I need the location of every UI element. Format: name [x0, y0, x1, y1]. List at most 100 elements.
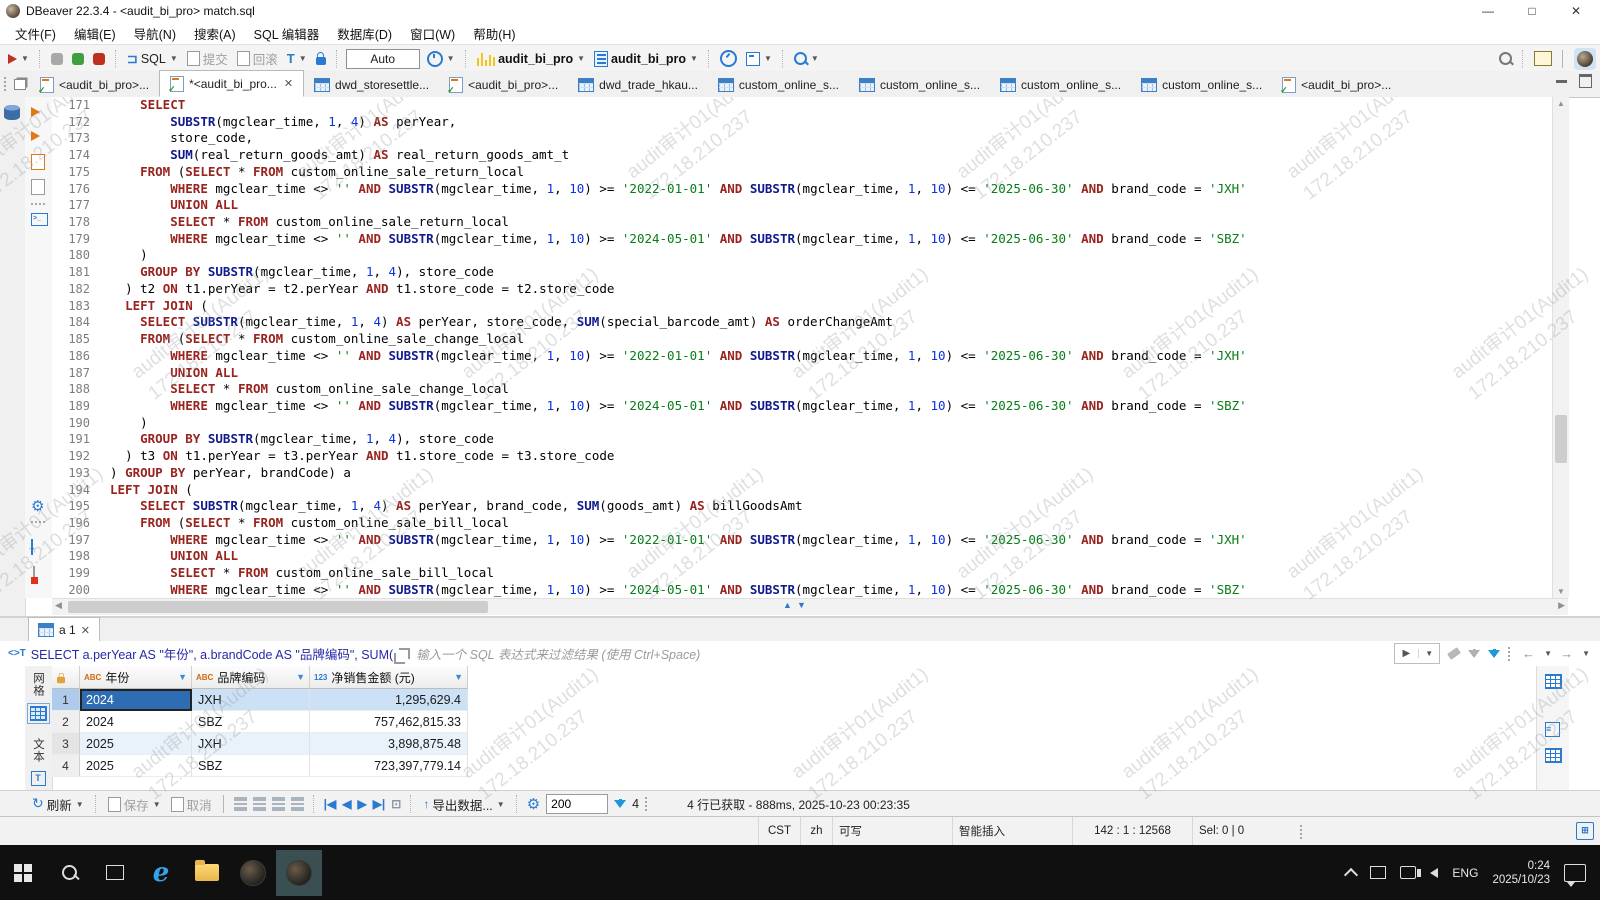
execute-new-tab-icon[interactable]: [31, 131, 40, 141]
menu-item-4[interactable]: SQL 编辑器: [245, 22, 329, 45]
grid-corner-cell[interactable]: [52, 666, 80, 689]
grid-cell[interactable]: JXH: [192, 689, 310, 711]
grid-cell[interactable]: 2025: [80, 733, 192, 755]
transaction-log-button[interactable]: ▼: [425, 49, 457, 69]
editor-tab-5[interactable]: custom_online_s...: [708, 72, 849, 97]
sash-collapse-down-icon[interactable]: ▼: [797, 600, 806, 610]
tab-drag-handle[interactable]: [4, 77, 10, 91]
scroll-right-icon[interactable]: ▶: [1558, 600, 1565, 611]
grid-column-header-0[interactable]: ABC年份▼: [80, 666, 192, 689]
custom-filter-icon[interactable]: [1488, 650, 1500, 658]
execute-script-icon[interactable]: [31, 154, 45, 170]
grid-cell[interactable]: JXH: [192, 733, 310, 755]
editor-tab-4[interactable]: dwd_trade_hkau...: [568, 72, 708, 97]
grid-settings-gear-icon[interactable]: ⚙: [527, 797, 540, 812]
reconnect-button[interactable]: [70, 51, 86, 67]
hscroll-thumb[interactable]: [68, 601, 488, 613]
connect-button[interactable]: [49, 51, 65, 67]
app-button-2-active[interactable]: [276, 850, 322, 896]
close-button[interactable]: ✕: [1554, 0, 1598, 21]
next-row-icon[interactable]: ▶: [357, 797, 366, 811]
grid-cell[interactable]: 2025: [80, 755, 192, 777]
scroll-down-icon[interactable]: ▼: [1553, 587, 1569, 596]
grid-column-header-2[interactable]: 123净销售金额 (元)▼: [310, 666, 468, 689]
status-caret-position[interactable]: 142 : 1 : 12568: [1072, 817, 1192, 845]
menu-item-1[interactable]: 编辑(E): [65, 22, 125, 45]
minimize-button[interactable]: —: [1466, 0, 1510, 21]
new-connection-button[interactable]: ▼: [6, 52, 31, 66]
restore-editor-icon[interactable]: [14, 79, 26, 90]
schema-selector[interactable]: audit_bi_pro ▼: [592, 49, 700, 69]
nav-back-icon[interactable]: ←: [1522, 646, 1535, 661]
text-presentation-tab[interactable]: 文本 T: [25, 738, 51, 786]
grid-cell[interactable]: 1,295,629.4: [310, 689, 468, 711]
expand-filter-icon[interactable]: [399, 648, 410, 659]
grid-cell[interactable]: 3,898,875.48: [310, 733, 468, 755]
grid-cell[interactable]: 757,462,815.33: [310, 711, 468, 733]
connection-selector[interactable]: audit_bi_pro ▼: [475, 50, 587, 68]
results-tab-close-icon[interactable]: ✕: [81, 624, 90, 637]
grid-cell[interactable]: 723,397,779.14: [310, 755, 468, 777]
disconnect-button[interactable]: [91, 51, 107, 67]
dashboard-button[interactable]: [718, 48, 739, 69]
editor-tab-0[interactable]: <audit_bi_pro>...: [30, 72, 159, 97]
maximize-view-icon[interactable]: [1579, 74, 1592, 88]
action-center-icon[interactable]: [1564, 864, 1586, 882]
sort-dropdown-icon[interactable]: ▼: [296, 672, 305, 682]
scroll-up-icon[interactable]: ▲: [1553, 99, 1569, 108]
tab-close-icon[interactable]: ✕: [284, 77, 293, 90]
taskbar-search-button[interactable]: [46, 850, 92, 896]
taskbar-clock[interactable]: 0:24 2025/10/23: [1492, 859, 1550, 887]
editor-settings-gear-icon[interactable]: ⚙: [31, 499, 44, 514]
menu-item-3[interactable]: 搜索(A): [185, 22, 245, 45]
sort-dropdown-icon[interactable]: ▼: [178, 672, 187, 682]
status-widget-icon[interactable]: ⊞: [1576, 822, 1594, 840]
menu-item-5[interactable]: 数据库(D): [328, 22, 401, 45]
editor-tab-2[interactable]: dwd_storesettle...: [304, 72, 439, 97]
fetch-all-icon[interactable]: ⊡: [391, 797, 401, 811]
apply-filter-play-icon[interactable]: ▶: [1395, 648, 1419, 659]
grid-cell[interactable]: SBZ: [192, 711, 310, 733]
tray-expand-icon[interactable]: [1344, 867, 1358, 881]
filter-count-icon[interactable]: [614, 800, 626, 808]
search-button[interactable]: ▼: [792, 50, 821, 67]
minimize-view-icon[interactable]: [1556, 80, 1567, 83]
prev-row-icon[interactable]: ◀: [342, 797, 351, 811]
sort-dropdown-icon[interactable]: ▼: [454, 672, 463, 682]
user-profile-button[interactable]: [1572, 46, 1598, 72]
vscroll-thumb[interactable]: [1555, 415, 1567, 463]
touch-keyboard-icon[interactable]: [1370, 866, 1386, 879]
commit-mode-combo[interactable]: Auto: [346, 49, 420, 69]
scroll-left-icon[interactable]: ◀: [55, 600, 62, 611]
maximize-button[interactable]: □: [1510, 0, 1554, 21]
filter-history-dropdown-icon[interactable]: ▼: [1418, 649, 1439, 658]
grid-cell[interactable]: 2024: [80, 689, 192, 711]
lock-button[interactable]: [314, 50, 328, 67]
fetch-size-input[interactable]: [546, 794, 608, 814]
editor-vertical-scrollbar[interactable]: ▲ ▼: [1552, 97, 1569, 598]
editor-tab-3[interactable]: <audit_bi_pro>...: [439, 72, 568, 97]
row-number[interactable]: 4: [52, 755, 80, 777]
editor-tab-7[interactable]: custom_online_s...: [990, 72, 1131, 97]
export-from-query-icon[interactable]: [31, 539, 33, 555]
metadata-panel-icon[interactable]: ≡: [1545, 722, 1560, 737]
value-view-icon[interactable]: [1545, 674, 1562, 689]
global-search-button[interactable]: [1497, 50, 1514, 67]
first-row-icon[interactable]: |◀: [324, 797, 337, 811]
open-perspective-button[interactable]: [1532, 49, 1554, 68]
unsaved-file-icon[interactable]: [33, 566, 35, 582]
references-panel-icon[interactable]: [1545, 748, 1562, 763]
menu-item-0[interactable]: 文件(F): [6, 22, 65, 45]
editor-tab-6[interactable]: custom_online_s...: [849, 72, 990, 97]
apply-filter-split-button[interactable]: ▶ ▼: [1394, 643, 1441, 664]
editor-tab-1[interactable]: *<audit_bi_pro...✕: [159, 70, 304, 97]
database-navigator-icon[interactable]: [4, 105, 20, 120]
results-tab[interactable]: a 1 ✕: [28, 617, 100, 643]
input-language[interactable]: ENG: [1452, 866, 1478, 880]
transaction-mode-button[interactable]: T ▼: [285, 49, 309, 68]
app-button-1[interactable]: [230, 850, 276, 896]
row-number[interactable]: 3: [52, 733, 80, 755]
nav-forward-icon[interactable]: →: [1560, 646, 1573, 661]
sql-console-icon[interactable]: >_: [31, 213, 48, 226]
task-view-button[interactable]: [92, 850, 138, 896]
